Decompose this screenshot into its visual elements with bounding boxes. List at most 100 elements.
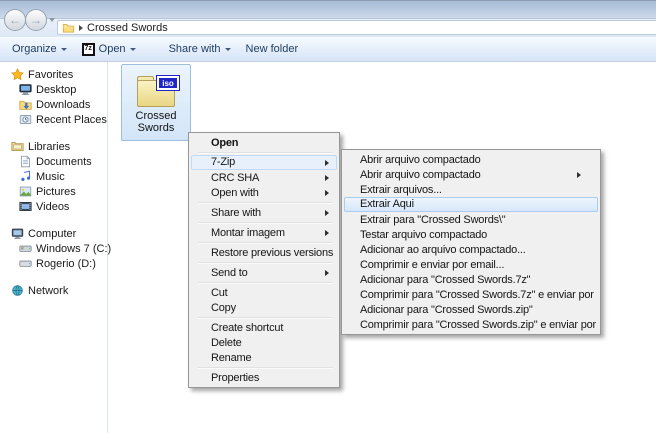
recent-pages-chevron-icon[interactable]	[49, 18, 55, 22]
menu-item-delete[interactable]: Delete	[191, 335, 337, 350]
submenu-item-adicionar-ao-arquivo-compactado[interactable]: Adicionar ao arquivo compactado...	[344, 242, 598, 257]
open-label: Open	[99, 43, 126, 55]
sidebar-label: Desktop	[36, 84, 76, 96]
sidebar-label: Music	[36, 171, 65, 183]
chevron-down-icon	[61, 48, 67, 51]
sidebar-label: Network	[28, 285, 68, 297]
share-with-button[interactable]: Share with	[169, 43, 231, 55]
hdd-icon	[19, 257, 32, 270]
sidebar-label: Downloads	[36, 99, 90, 111]
sidebar-label: Favorites	[28, 69, 73, 81]
menu-item-properties[interactable]: Properties	[191, 370, 337, 385]
sidebar-item-recent-places[interactable]: Recent Places	[0, 112, 107, 127]
menu-item-7-zip[interactable]: 7-Zip	[191, 155, 337, 170]
videos-icon	[19, 200, 32, 213]
submenu-item-extrair-para-pasta[interactable]: Extrair para "Crossed Swords\"	[344, 212, 598, 227]
menu-separator	[198, 222, 333, 224]
menu-item-create-shortcut[interactable]: Create shortcut	[191, 320, 337, 335]
menu-item-share-with[interactable]: Share with	[191, 205, 337, 220]
open-button[interactable]: 7z Open	[82, 43, 136, 56]
sidebar-item-computer[interactable]: Computer	[0, 226, 107, 241]
downloads-icon	[19, 98, 32, 111]
sidebar-item-music[interactable]: Music	[0, 169, 107, 184]
sidebar-label: Rogerio (D:)	[36, 258, 96, 270]
chevron-down-icon	[225, 48, 231, 51]
chevron-down-icon	[130, 48, 136, 51]
sidebar-item-network[interactable]: Network	[0, 283, 107, 298]
submenu-arrow-icon	[577, 172, 581, 178]
title-bar	[0, 0, 656, 18]
forward-arrow-icon: →	[30, 13, 42, 27]
command-toolbar: Organize 7z Open Share with New folder	[0, 37, 656, 62]
address-bar[interactable]: Crossed Swords	[57, 20, 656, 35]
submenu-arrow-icon	[325, 190, 329, 196]
sidebar-item-downloads[interactable]: Downloads	[0, 97, 107, 112]
back-arrow-icon: ←	[9, 13, 21, 27]
menu-item-rename[interactable]: Rename	[191, 350, 337, 365]
libraries-icon	[11, 140, 24, 153]
submenu-item-comprimir-enviar-email[interactable]: Comprimir e enviar por email...	[344, 257, 598, 272]
file-name-label: Crossed Swords	[122, 110, 190, 134]
back-button[interactable]: ←	[4, 9, 26, 31]
menu-separator	[198, 282, 333, 284]
submenu-item-comprimir-zip-email[interactable]: Comprimir para "Crossed Swords.zip" e en…	[344, 317, 598, 332]
iso-badge: iso	[156, 75, 180, 91]
breadcrumb-chevron-icon	[79, 25, 83, 31]
sidebar-item-windows7-c[interactable]: Windows 7 (C:)	[0, 241, 107, 256]
new-folder-button[interactable]: New folder	[246, 43, 299, 55]
submenu-item-abrir-arquivo-compactado-1[interactable]: Abrir arquivo compactado	[344, 152, 598, 167]
menu-item-montar-imagem[interactable]: Montar imagem	[191, 225, 337, 240]
submenu-item-adicionar-7z[interactable]: Adicionar para "Crossed Swords.7z"	[344, 272, 598, 287]
sidebar-label: Videos	[36, 201, 69, 213]
context-menu: Open 7-Zip CRC SHA Open with Share with …	[188, 132, 340, 388]
sidebar-item-pictures[interactable]: Pictures	[0, 184, 107, 199]
sidebar-item-videos[interactable]: Videos	[0, 199, 107, 214]
menu-item-cut[interactable]: Cut	[191, 285, 337, 300]
new-folder-label: New folder	[246, 43, 299, 55]
seven-zip-submenu: Abrir arquivo compactado Abrir arquivo c…	[341, 149, 601, 335]
menu-separator	[198, 367, 333, 369]
share-with-label: Share with	[169, 43, 221, 55]
submenu-arrow-icon	[325, 175, 329, 181]
menu-item-crc-sha[interactable]: CRC SHA	[191, 170, 337, 185]
submenu-arrow-icon	[325, 230, 329, 236]
submenu-item-adicionar-zip[interactable]: Adicionar para "Crossed Swords.zip"	[344, 302, 598, 317]
breadcrumb[interactable]: Crossed Swords	[87, 22, 168, 34]
sidebar-item-rogerio-d[interactable]: Rogerio (D:)	[0, 256, 107, 271]
sidebar-item-desktop[interactable]: Desktop	[0, 82, 107, 97]
submenu-item-comprimir-7z-email[interactable]: Comprimir para "Crossed Swords.7z" e env…	[344, 287, 598, 302]
music-icon	[19, 170, 32, 183]
submenu-item-extrair-arquivos[interactable]: Extrair arquivos...	[344, 182, 598, 197]
menu-item-copy[interactable]: Copy	[191, 300, 337, 315]
menu-separator	[198, 317, 333, 319]
documents-icon	[19, 155, 32, 168]
sidebar-label: Libraries	[28, 141, 70, 153]
sidebar-label: Windows 7 (C:)	[36, 243, 111, 255]
menu-separator	[198, 242, 333, 244]
menu-item-send-to[interactable]: Send to	[191, 265, 337, 280]
submenu-item-extrair-aqui[interactable]: Extrair Aqui	[344, 197, 598, 212]
sidebar-item-favorites[interactable]: Favorites	[0, 67, 107, 82]
recent-places-icon	[19, 113, 32, 126]
menu-separator	[198, 202, 333, 204]
desktop-icon	[19, 83, 32, 96]
menu-item-open-with[interactable]: Open with	[191, 185, 337, 200]
file-item-crossed-swords[interactable]: iso Crossed Swords	[121, 64, 191, 141]
organize-label: Organize	[12, 43, 57, 55]
submenu-item-testar-arquivo-compactado[interactable]: Testar arquivo compactado	[344, 227, 598, 242]
sidebar-item-libraries[interactable]: Libraries	[0, 139, 107, 154]
sidebar-label: Computer	[28, 228, 76, 240]
forward-button[interactable]: →	[25, 9, 47, 31]
sidebar-item-documents[interactable]: Documents	[0, 154, 107, 169]
hdd-windows-icon	[19, 242, 32, 255]
folder-icon	[62, 22, 75, 34]
submenu-item-abrir-arquivo-compactado-2[interactable]: Abrir arquivo compactado	[344, 167, 598, 182]
menu-item-restore-previous-versions[interactable]: Restore previous versions	[191, 245, 337, 260]
sidebar-label: Pictures	[36, 186, 76, 198]
organize-button[interactable]: Organize	[12, 43, 67, 55]
navigation-pane: Favorites Desktop Downloads Recent Place…	[0, 62, 108, 433]
sidebar-label: Documents	[36, 156, 92, 168]
menu-separator	[198, 152, 333, 154]
menu-item-open[interactable]: Open	[191, 135, 337, 150]
menu-separator	[198, 262, 333, 264]
